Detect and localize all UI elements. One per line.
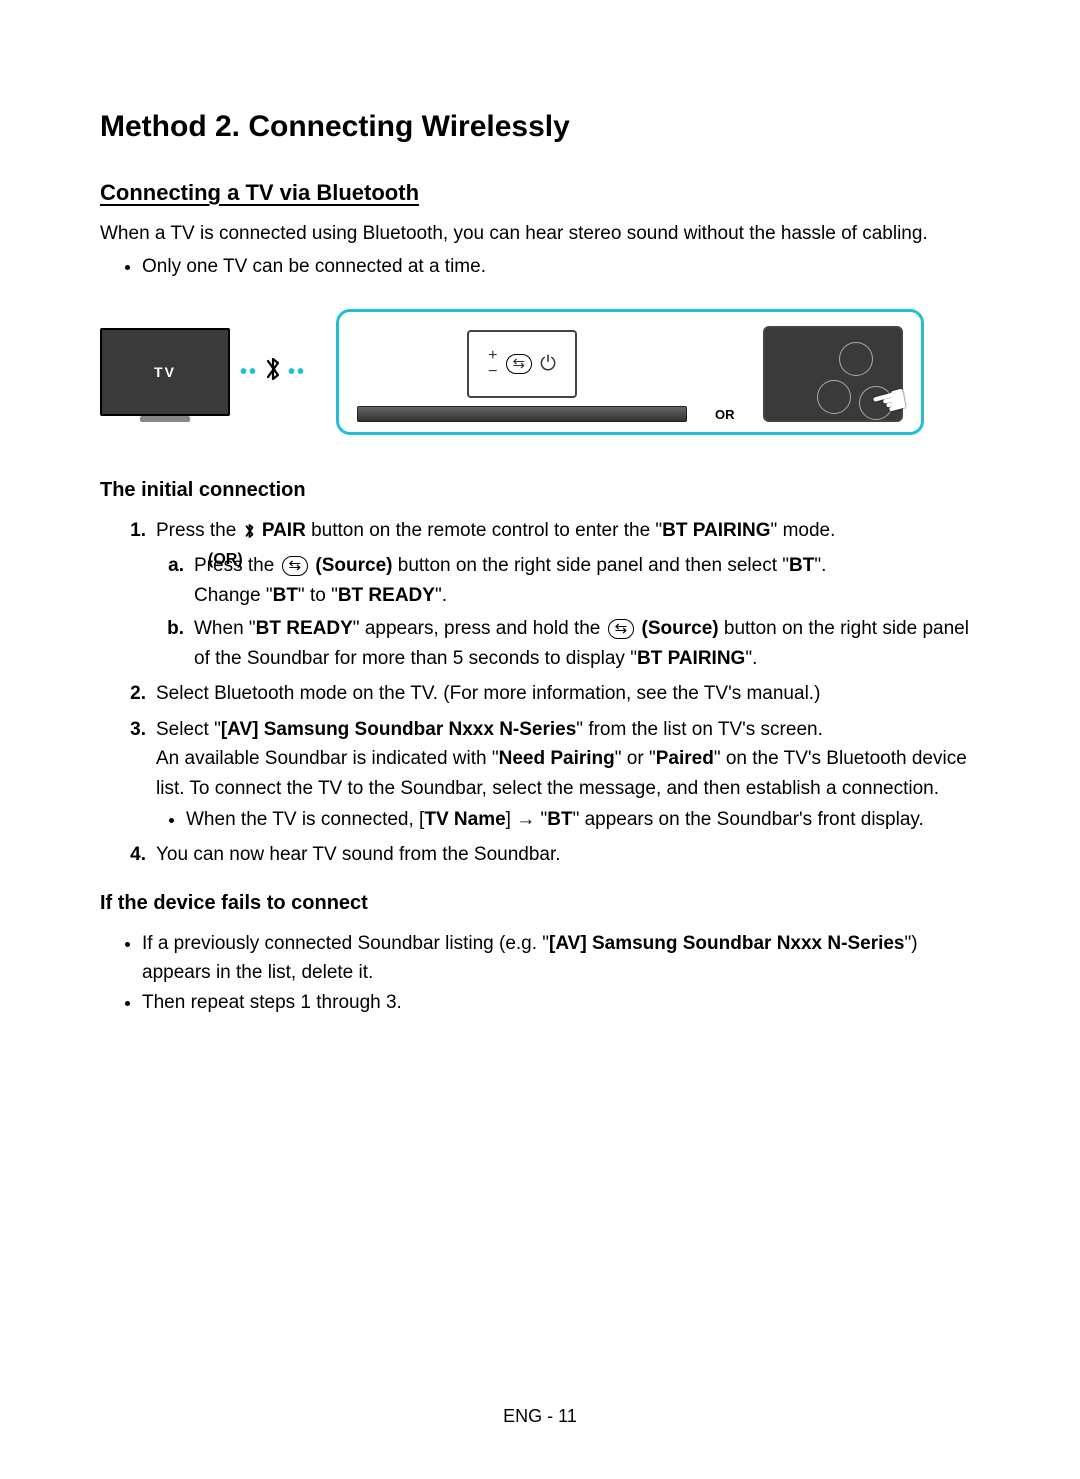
text: Press the (156, 520, 242, 541)
page-footer: ENG - 11 (0, 1406, 1080, 1427)
signal-dots: •• (288, 361, 306, 384)
text: Change " (194, 585, 273, 606)
fail-item-1: If a previously connected Soundbar listi… (142, 929, 980, 988)
remote-button-icon (839, 342, 873, 376)
text: You can now hear TV sound from the Sound… (156, 840, 980, 869)
text: " or " (615, 748, 656, 769)
bt-ready-label: BT READY (256, 618, 353, 639)
step-letter: b. (164, 614, 184, 673)
source-icon: ⇆ (506, 354, 533, 374)
text: " mode. (771, 520, 836, 541)
steps-list-cont: 2. Select Bluetooth mode on the TV. (For… (100, 679, 980, 870)
fail-heading: If the device fails to connect (100, 892, 980, 915)
minus-icon: − (488, 364, 497, 380)
signal-dots: •• (240, 361, 258, 384)
device-name: [AV] Samsung Soundbar Nxxx N-Series (549, 933, 904, 954)
intro-bullet: Only one TV can be connected at a time. (142, 253, 980, 282)
step-1: 1. Press the PAIR button on the remote c… (124, 516, 980, 545)
soundbar-side-panel: + − ⇆ ⏻ (467, 330, 577, 398)
text: ". (435, 585, 447, 606)
fail-list: If a previously connected Soundbar listi… (100, 929, 980, 1017)
tv-diagram: TV •• •• (100, 328, 306, 416)
soundbar-group: + − ⇆ ⏻ (357, 330, 687, 422)
text: When " (194, 618, 256, 639)
steps-list: 1. Press the PAIR button on the remote c… (100, 516, 980, 545)
bluetooth-icon (262, 354, 284, 391)
or-block: (OR) a. Press the ⇆ (Source) button on t… (100, 551, 980, 673)
tv-shape: TV (100, 328, 230, 416)
bt-label: BT (273, 585, 298, 606)
tv-name-label: TV Name (424, 809, 505, 830)
soundbar-shape (357, 406, 687, 422)
source-label: (Source) (315, 555, 392, 576)
page-title: Method 2. Connecting Wirelessly (100, 110, 980, 144)
tv-label: TV (154, 364, 176, 380)
source-label: (Source) (642, 618, 719, 639)
text: ". (745, 648, 757, 669)
bt-label: BT (547, 809, 572, 830)
soundbar-box: + − ⇆ ⏻ OR ☚ (336, 309, 924, 435)
step-number: 1. (124, 516, 146, 545)
hand-pointer-icon: ☚ (865, 373, 914, 430)
or-label: OR (715, 407, 735, 422)
step-letter: a. (164, 551, 184, 610)
intro-text: When a TV is connected using Bluetooth, … (100, 220, 980, 249)
text: " to " (298, 585, 338, 606)
section-heading: Connecting a TV via Bluetooth (100, 180, 980, 206)
step-3-sub: When the TV is connected, [TV Name] → "B… (186, 805, 980, 834)
step-2: 2. Select Bluetooth mode on the TV. (For… (124, 679, 980, 708)
text: button on the remote control to enter th… (311, 520, 662, 541)
text: If a previously connected Soundbar listi… (142, 933, 549, 954)
step-number: 3. (124, 715, 146, 835)
remote-button-icon (817, 380, 851, 414)
step-b: b. When "BT READY" appears, press and ho… (164, 614, 980, 673)
text: An available Soundbar is indicated with … (156, 748, 499, 769)
bluetooth-signal-icon: •• •• (240, 354, 306, 391)
device-name: [AV] Samsung Soundbar Nxxx N-Series (221, 719, 576, 740)
text: Select " (156, 719, 221, 740)
bt-ready-label: BT READY (338, 585, 435, 606)
diagram: TV •• •• + − ⇆ ⏻ OR (100, 309, 980, 435)
initial-heading: The initial connection (100, 479, 980, 502)
step-number: 4. (124, 840, 146, 869)
text: " appears, press and hold the (353, 618, 606, 639)
text: " appears on the Soundbar's front displa… (573, 809, 924, 830)
bluetooth-pair-icon (242, 520, 257, 541)
step-a: a. Press the ⇆ (Source) button on the ri… (164, 551, 980, 610)
plus-icon: + (488, 348, 497, 364)
bt-pairing-label: BT PAIRING (637, 648, 745, 669)
fail-item-2: Then repeat steps 1 through 3. (142, 988, 980, 1017)
text: " from the list on TV's screen. (576, 719, 823, 740)
step-number: 2. (124, 679, 146, 708)
or-tag: (OR) (208, 551, 243, 569)
text: ] → " (506, 809, 548, 830)
remote-diagram: ☚ (763, 326, 903, 422)
bt-pairing-label: BT PAIRING (662, 520, 770, 541)
text: ". (814, 555, 826, 576)
source-icon: ⇆ (282, 556, 309, 576)
step-3: 3. Select "[AV] Samsung Soundbar Nxxx N-… (124, 715, 980, 835)
bt-label: BT (789, 555, 814, 576)
source-icon: ⇆ (608, 619, 635, 639)
text: Select Bluetooth mode on the TV. (For mo… (156, 679, 980, 708)
paired-label: Paired (656, 748, 714, 769)
need-pairing-label: Need Pairing (499, 748, 615, 769)
pair-label: PAIR (262, 520, 306, 541)
step-4: 4. You can now hear TV sound from the So… (124, 840, 980, 869)
text: When the TV is connected, [ (186, 809, 424, 830)
text: button on the right side panel and then … (398, 555, 789, 576)
power-icon: ⏻ (540, 353, 556, 376)
